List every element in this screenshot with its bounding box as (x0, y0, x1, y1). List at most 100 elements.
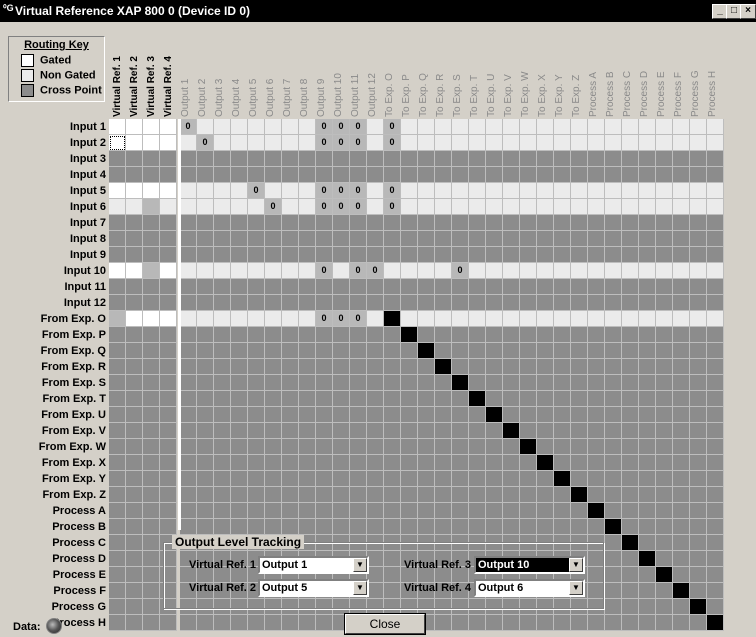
matrix-cell[interactable] (554, 167, 571, 183)
matrix-cell[interactable] (214, 151, 231, 167)
matrix-cell[interactable] (588, 503, 605, 519)
matrix-cell[interactable] (520, 519, 537, 535)
matrix-cell[interactable] (126, 247, 143, 263)
matrix-cell[interactable] (143, 391, 160, 407)
matrix-cell[interactable] (520, 455, 537, 471)
matrix-cell[interactable] (622, 599, 639, 615)
matrix-cell[interactable] (537, 199, 554, 215)
matrix-cell[interactable] (160, 343, 177, 359)
matrix-cell[interactable] (656, 551, 673, 567)
close-window-button[interactable]: × (740, 4, 756, 19)
matrix-cell[interactable] (197, 183, 214, 199)
matrix-cell[interactable] (126, 327, 143, 343)
matrix-cell[interactable] (656, 343, 673, 359)
matrix-cell[interactable] (435, 407, 452, 423)
matrix-cell[interactable] (588, 327, 605, 343)
matrix-cell[interactable] (143, 567, 160, 583)
matrix-cell[interactable] (605, 487, 622, 503)
matrix-cell[interactable] (143, 535, 160, 551)
matrix-cell[interactable] (690, 551, 707, 567)
matrix-cell[interactable] (109, 535, 126, 551)
matrix-cell[interactable] (707, 487, 724, 503)
matrix-cell[interactable] (214, 519, 231, 535)
matrix-cell[interactable] (231, 311, 248, 327)
matrix-cell[interactable] (554, 231, 571, 247)
matrix-cell[interactable] (384, 151, 401, 167)
matrix-cell[interactable] (350, 343, 367, 359)
matrix-cell[interactable] (231, 439, 248, 455)
matrix-cell[interactable] (503, 199, 520, 215)
matrix-cell[interactable] (248, 295, 265, 311)
matrix-cell[interactable] (265, 327, 282, 343)
matrix-cell[interactable] (486, 359, 503, 375)
matrix-cell[interactable] (605, 391, 622, 407)
matrix-cell[interactable] (180, 327, 197, 343)
matrix-cell[interactable] (673, 391, 690, 407)
matrix-cell[interactable] (537, 407, 554, 423)
matrix-cell[interactable] (537, 455, 554, 471)
matrix-cell[interactable] (350, 215, 367, 231)
matrix-cell[interactable] (418, 439, 435, 455)
matrix-cell[interactable] (109, 231, 126, 247)
matrix-cell[interactable] (214, 247, 231, 263)
matrix-cell[interactable]: 0 (384, 135, 401, 151)
matrix-cell[interactable] (656, 423, 673, 439)
matrix-cell[interactable] (554, 247, 571, 263)
matrix-cell[interactable] (418, 311, 435, 327)
matrix-cell[interactable] (520, 375, 537, 391)
matrix-cell[interactable] (214, 183, 231, 199)
matrix-cell[interactable]: 0 (248, 183, 265, 199)
matrix-cell[interactable] (452, 423, 469, 439)
matrix-cell[interactable] (588, 119, 605, 135)
matrix-cell[interactable] (656, 599, 673, 615)
matrix-cell[interactable] (333, 519, 350, 535)
matrix-cell[interactable] (333, 455, 350, 471)
matrix-cell[interactable] (180, 375, 197, 391)
matrix-cell[interactable] (537, 359, 554, 375)
matrix-cell[interactable] (126, 615, 143, 631)
matrix-cell[interactable] (690, 455, 707, 471)
matrix-cell[interactable] (452, 487, 469, 503)
matrix-cell[interactable] (673, 311, 690, 327)
matrix-cell[interactable] (605, 167, 622, 183)
matrix-cell[interactable] (469, 455, 486, 471)
matrix-cell[interactable] (537, 279, 554, 295)
matrix-cell[interactable] (503, 359, 520, 375)
matrix-cell[interactable] (299, 135, 316, 151)
matrix-cell[interactable]: 0 (350, 135, 367, 151)
matrix-cell[interactable] (707, 247, 724, 263)
matrix-cell[interactable] (554, 391, 571, 407)
matrix-cell[interactable] (384, 503, 401, 519)
matrix-cell[interactable] (707, 615, 724, 631)
matrix-cell[interactable] (299, 343, 316, 359)
matrix-cell[interactable] (109, 135, 126, 151)
matrix-cell[interactable] (109, 375, 126, 391)
matrix-cell[interactable] (554, 615, 571, 631)
matrix-cell[interactable] (707, 151, 724, 167)
matrix-cell[interactable] (605, 519, 622, 535)
matrix-cell[interactable] (656, 375, 673, 391)
matrix-cell[interactable] (469, 167, 486, 183)
matrix-cell[interactable] (180, 215, 197, 231)
matrix-cell[interactable] (282, 487, 299, 503)
matrix-cell[interactable] (160, 503, 177, 519)
matrix-cell[interactable] (690, 183, 707, 199)
matrix-cell[interactable] (350, 407, 367, 423)
matrix-cell[interactable] (143, 423, 160, 439)
matrix-cell[interactable] (452, 247, 469, 263)
matrix-cell[interactable] (265, 215, 282, 231)
matrix-cell[interactable] (639, 119, 656, 135)
matrix-cell[interactable] (435, 295, 452, 311)
matrix-cell[interactable] (622, 183, 639, 199)
matrix-cell[interactable] (520, 199, 537, 215)
matrix-cell[interactable] (248, 199, 265, 215)
matrix-cell[interactable] (639, 599, 656, 615)
matrix-cell[interactable] (384, 423, 401, 439)
matrix-cell[interactable] (316, 423, 333, 439)
matrix-cell[interactable] (197, 471, 214, 487)
matrix-cell[interactable] (282, 439, 299, 455)
matrix-cell[interactable] (605, 375, 622, 391)
matrix-cell[interactable] (143, 407, 160, 423)
matrix-cell[interactable] (622, 215, 639, 231)
matrix-cell[interactable] (537, 471, 554, 487)
